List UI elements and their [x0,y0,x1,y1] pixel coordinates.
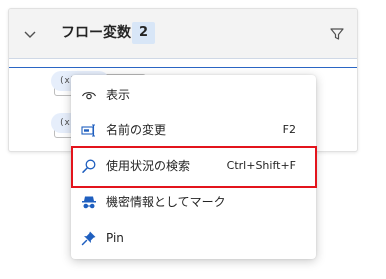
variable-count-badge: 2 [132,22,155,44]
pane-title: フロー変数 [61,25,131,41]
selection-line [9,67,357,68]
menu-item-mark-sensitive[interactable]: 機密情報としてマーク [71,185,316,219]
screen: フロー変数 2 (x) (x) 表示 名前の変更 F2 使用状況の検索 Ctrl… [0,0,386,279]
menu-item-rename[interactable]: 名前の変更 F2 [71,113,316,147]
menu-item-label: 表示 [106,88,131,102]
rename-icon [81,124,95,137]
menu-item-label: 名前の変更 [106,123,167,137]
pane-header[interactable]: フロー変数 2 [9,9,357,59]
menu-item-label: 機密情報としてマーク [106,195,226,209]
menu-item-pin[interactable]: Pin [71,221,316,255]
incognito-icon [82,196,96,209]
highlight-annotation [71,146,317,188]
pin-icon [81,231,96,246]
menu-item-label: Pin [106,231,124,245]
filter-icon[interactable] [329,26,345,42]
menu-item-show[interactable]: 表示 [71,78,316,112]
eye-icon [81,92,97,100]
chevron-down-icon[interactable] [21,25,39,43]
menu-item-shortcut: F2 [282,123,296,136]
